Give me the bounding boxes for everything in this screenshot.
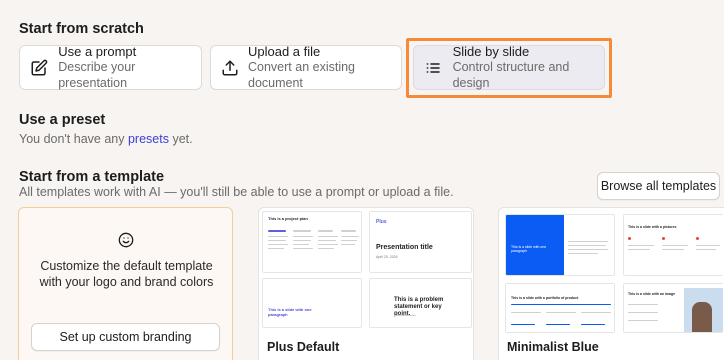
thumb-line	[341, 240, 357, 241]
thumb-line	[341, 230, 356, 232]
thumb-line	[696, 249, 716, 250]
thumb-line	[318, 240, 336, 241]
thumb-line	[268, 230, 286, 232]
thumb-line	[628, 320, 658, 321]
thumb-text: This is a slide with one paragraph	[268, 307, 312, 317]
option-title: Slide by slide	[452, 44, 530, 59]
thumb-line	[293, 244, 309, 245]
thumb-line	[293, 248, 313, 249]
upload-icon	[211, 59, 248, 77]
thumb-dot	[662, 237, 665, 240]
thumb-text: This is a slide with one paragraph	[511, 245, 547, 253]
option-desc: Convert an existing document	[248, 60, 356, 90]
thumb-text: This is a project plan	[268, 216, 308, 221]
thumb-text: This is a slide with a portfolio of prod…	[511, 296, 579, 300]
template-subtitle: All templates work with AI — you'll stil…	[19, 185, 454, 199]
thumb-line	[511, 312, 541, 313]
thumb-text: Plus	[376, 219, 387, 225]
thumb-line	[268, 240, 286, 241]
thumb-line	[568, 245, 606, 246]
preset-text-after: yet.	[168, 132, 193, 146]
thumb-line	[546, 312, 576, 313]
thumb-line	[268, 248, 284, 249]
thumb-line	[546, 324, 570, 325]
thumb-image: This is a slide with an image	[623, 283, 723, 333]
template-name: Minimalist Blue	[507, 340, 599, 354]
thumb-pictures: This is a slide with a pictures	[623, 214, 723, 276]
scratch-heading: Start from scratch	[19, 21, 144, 37]
thumb-line	[662, 249, 684, 250]
thumb-line	[662, 245, 688, 246]
thumb-dot	[696, 237, 699, 240]
slide-by-slide-option[interactable]: Slide by slide Control structure and des…	[413, 44, 605, 90]
thumb-text: This is a slide with a pictures	[628, 225, 677, 229]
browse-all-templates-button[interactable]: Browse all templates	[597, 172, 720, 200]
upload-file-option[interactable]: Upload a file Convert an existing docume…	[210, 44, 402, 90]
thumb-line	[696, 245, 720, 246]
thumb-line	[293, 230, 311, 232]
option-desc: Control structure and design	[452, 60, 570, 90]
thumb-line	[293, 236, 313, 237]
preset-text: You don't have any presets yet.	[19, 132, 193, 146]
thumb-title-slide: Plus Presentation title April 20, 2024	[369, 211, 472, 273]
thumb-line	[341, 244, 355, 245]
template-heading: Start from a template	[19, 169, 165, 185]
thumb-line	[318, 230, 333, 232]
thumb-portfolio: This is a slide with a portfolio of prod…	[505, 283, 615, 333]
thumb-line	[268, 236, 288, 237]
smiley-icon	[118, 232, 134, 253]
option-desc: Describe your presentation	[58, 60, 136, 90]
thumb-line	[581, 312, 611, 313]
thumb-line	[293, 240, 311, 241]
option-title: Use a prompt	[58, 44, 137, 59]
thumb-photo	[684, 288, 723, 332]
thumb-line	[318, 248, 334, 249]
thumb-line	[318, 236, 338, 237]
custom-branding-card[interactable]: Customize the default template with your…	[18, 207, 233, 360]
template-name: Plus Default	[267, 340, 340, 354]
thumb-photo-figure	[692, 302, 712, 332]
template-minimalist-blue[interactable]: This is a slide with one paragraph This …	[498, 207, 724, 360]
thumb-line	[511, 324, 535, 325]
edit-icon	[20, 59, 58, 77]
template-plus-default[interactable]: This is a project plan Plus Presentation…	[258, 207, 474, 360]
thumb-dot	[628, 237, 631, 240]
thumb-line	[581, 324, 605, 325]
thumb-line	[394, 315, 416, 316]
preset-text-before: You don't have any	[19, 132, 128, 146]
thumb-line	[568, 241, 608, 242]
list-icon	[414, 60, 453, 76]
thumb-line	[341, 236, 359, 237]
thumb-text: This is a slide with an image	[628, 292, 676, 296]
thumb-line	[628, 249, 650, 250]
thumb-paragraph-blue: This is a slide with one paragraph	[505, 214, 615, 276]
thumb-problem: This is a problem statement or key point…	[369, 278, 472, 328]
thumb-line	[628, 312, 658, 313]
thumb-line	[568, 253, 598, 254]
thumb-one-paragraph: This is a slide with one paragraph	[262, 278, 362, 328]
setup-branding-button[interactable]: Set up custom branding	[31, 323, 220, 351]
option-title: Upload a file	[248, 44, 321, 59]
thumb-line	[628, 245, 654, 246]
thumb-text: April 20, 2024	[376, 255, 398, 259]
thumb-text: Presentation title	[376, 244, 433, 251]
presets-link[interactable]: presets	[128, 132, 169, 146]
thumb-line	[318, 244, 338, 245]
thumb-line	[268, 244, 288, 245]
branding-text: Customize the default template with your…	[39, 259, 214, 289]
thumb-line	[628, 304, 658, 305]
use-prompt-option[interactable]: Use a prompt Describe your presentation	[19, 44, 202, 90]
thumb-project-plan: This is a project plan	[262, 211, 362, 273]
thumb-line	[568, 249, 608, 250]
preset-heading: Use a preset	[19, 112, 106, 128]
thumb-line	[511, 304, 611, 305]
